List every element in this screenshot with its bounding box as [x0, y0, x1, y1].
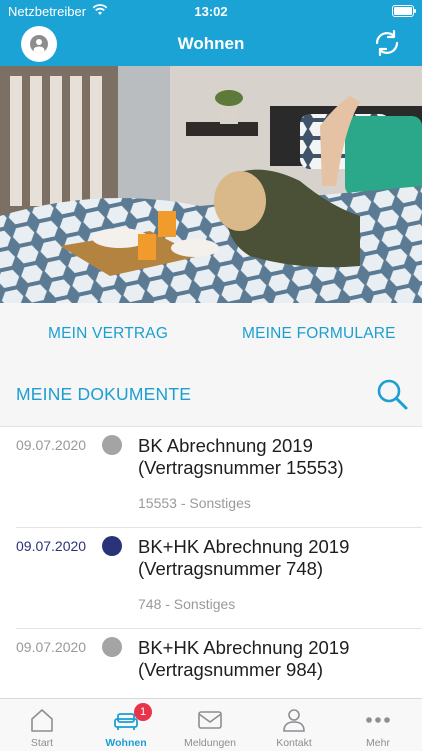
house-icon	[31, 709, 53, 732]
document-title-line: (Vertragsnummer 15553)	[138, 457, 344, 478]
document-title: BK+HK Abrechnung 2019 (Vertragsnummer 98…	[138, 637, 349, 681]
document-title-line: BK+HK Abrechnung 2019	[138, 637, 350, 658]
documents-header: MEINE DOKUMENTE	[0, 364, 422, 427]
unread-status-dot	[102, 536, 122, 556]
tab-label: Kontakt	[276, 737, 312, 749]
tab-label: Start	[30, 737, 54, 749]
notification-badge: 1	[134, 703, 152, 721]
page-title: Wohnen	[177, 34, 245, 53]
my-contract-link[interactable]: MEIN VERTRAG	[48, 325, 168, 343]
document-title-line: (Vertragsnummer 984)	[138, 659, 324, 680]
tab-label: Mehr	[366, 737, 390, 749]
tab-bar: Start 1 Wohnen Meldungen Kontakt Mehr	[0, 698, 422, 751]
document-meta: 15553 - Sonstiges	[138, 495, 251, 511]
document-date: 09.07.2020	[16, 639, 87, 655]
status-bar: Netzbetreiber 13:02	[0, 0, 422, 22]
tab-label: Meldungen	[184, 737, 236, 749]
status-time: 13:02	[194, 4, 228, 19]
tab-label: Wohnen	[105, 737, 147, 749]
document-title: BK Abrechnung 2019 (Vertragsnummer 15553…	[138, 435, 344, 479]
tab-kontakt[interactable]: Kontakt	[252, 699, 336, 751]
my-forms-link[interactable]: MEINE FORMULARE	[242, 325, 396, 343]
person-icon	[283, 709, 305, 732]
document-meta: 748 - Sonstiges	[138, 596, 236, 612]
hero-image	[0, 66, 422, 303]
envelope-icon	[198, 711, 222, 729]
document-date: 09.07.2020	[16, 538, 87, 554]
read-status-dot	[102, 637, 122, 657]
document-title: BK+HK Abrechnung 2019 (Vertragsnummer 74…	[138, 536, 349, 580]
document-date: 09.07.2020	[16, 437, 87, 453]
quick-links: MEIN VERTRAG MEINE FORMULARE	[0, 303, 422, 364]
document-row[interactable]: 09.07.2020 BK Abrechnung 2019 (Vertragsn…	[0, 427, 422, 528]
document-title-line: BK Abrechnung 2019	[138, 435, 313, 456]
tab-wohnen[interactable]: 1 Wohnen	[84, 699, 168, 751]
navigation-bar: Wohnen	[0, 22, 422, 66]
documents-title: MEINE DOKUMENTE	[16, 384, 192, 404]
document-title-line: BK+HK Abrechnung 2019	[138, 536, 350, 557]
refresh-icon[interactable]	[372, 28, 402, 58]
tab-mehr[interactable]: Mehr	[336, 699, 420, 751]
document-row[interactable]: 09.07.2020 BK+HK Abrechnung 2019 (Vertra…	[0, 528, 422, 629]
tab-meldungen[interactable]: Meldungen	[168, 699, 252, 751]
more-dots-icon	[366, 717, 390, 723]
tab-start[interactable]: Start	[0, 699, 84, 751]
document-title-line: (Vertragsnummer 748)	[138, 558, 324, 579]
search-icon[interactable]	[375, 377, 409, 411]
battery-icon	[392, 5, 416, 17]
document-list: 09.07.2020 BK Abrechnung 2019 (Vertragsn…	[0, 427, 422, 698]
read-status-dot	[102, 435, 122, 455]
document-row[interactable]: 09.07.2020 BK+HK Abrechnung 2019 (Vertra…	[0, 629, 422, 698]
